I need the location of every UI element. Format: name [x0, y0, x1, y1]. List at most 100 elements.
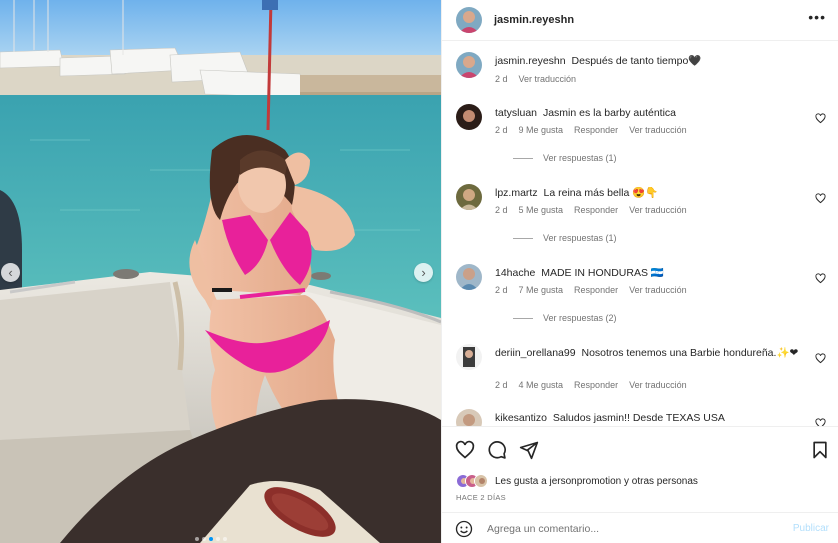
comment-message: La reina más bella 😍👇 — [543, 187, 659, 199]
likes-others[interactable]: otras personas — [632, 476, 698, 487]
comment-username[interactable]: tatysluan — [495, 107, 537, 119]
replies-divider — [513, 317, 533, 319]
caption-meta: 2 d Ver traducción — [495, 74, 576, 84]
post-photo[interactable]: ‹ › — [0, 0, 441, 543]
avatar[interactable] — [456, 52, 482, 78]
avatar[interactable] — [456, 264, 482, 290]
comment-message: Jasmin es la barby auténtica — [542, 107, 677, 119]
reply-link[interactable]: Responder — [574, 125, 618, 135]
heart-icon[interactable] — [455, 440, 475, 460]
heart-icon[interactable] — [815, 113, 826, 124]
comment-list[interactable]: jasmin.reyeshn Después de tanto tiempo🖤 … — [442, 41, 838, 426]
carousel-next-button[interactable]: › — [414, 263, 433, 282]
avatar[interactable] — [456, 104, 482, 130]
comment-time[interactable]: 2 d — [495, 380, 508, 390]
comment-text: deriin_orellana99 Nosotros tenemos una B… — [495, 346, 810, 361]
translate-link[interactable]: Ver traducción — [629, 285, 687, 295]
view-replies-label: Ver respuestas (2) — [543, 313, 617, 323]
post-header: jasmin.reyeshn ••• — [442, 0, 838, 41]
likes-joiner: y — [624, 475, 629, 487]
comment-text: lpz.martz La reina más bella 😍👇 — [495, 186, 810, 201]
likes-user[interactable]: jersonpromotion — [550, 476, 622, 487]
comment-likes[interactable]: 7 Me gusta — [519, 285, 564, 295]
view-replies-button[interactable]: Ver respuestas (1) — [513, 233, 617, 243]
reply-link[interactable]: Responder — [574, 285, 618, 295]
comment-meta: 2 d 9 Me gusta Responder Ver traducción — [495, 125, 687, 135]
likes-summary: Les gusta a jersonpromotion y otras pers… — [456, 474, 698, 488]
comment-username[interactable]: 14hache — [495, 267, 535, 279]
publish-button[interactable]: Publicar — [793, 523, 829, 534]
carousel-dot — [209, 537, 213, 541]
comment-likes[interactable]: 5 Me gusta — [519, 205, 564, 215]
carousel-dot — [195, 537, 199, 541]
likes-prefix: Les gusta a — [495, 475, 547, 487]
comment-username[interactable]: kikesantizo — [495, 412, 547, 424]
replies-divider — [513, 157, 533, 159]
caption-username[interactable]: jasmin.reyeshn — [495, 55, 566, 67]
post-time[interactable]: HACE 2 DÍAS — [456, 493, 506, 502]
translate-link[interactable]: Ver traducción — [629, 125, 687, 135]
replies-divider — [513, 237, 533, 239]
view-replies-label: Ver respuestas (1) — [543, 233, 617, 243]
caption-text: jasmin.reyeshn Después de tanto tiempo🖤 — [495, 54, 810, 69]
post-panel: jasmin.reyeshn ••• jasmin.reyeshn Despué… — [441, 0, 838, 543]
avatar[interactable] — [456, 184, 482, 210]
post-actions: Les gusta a jersonpromotion y otras pers… — [442, 426, 838, 543]
carousel-indicator — [195, 537, 227, 541]
comment-item: tatysluan Jasmin es la barby auténtica 2… — [456, 104, 826, 174]
view-replies-button[interactable]: Ver respuestas (2) — [513, 313, 617, 323]
post-username[interactable]: jasmin.reyeshn — [494, 14, 574, 26]
comment-text: tatysluan Jasmin es la barby auténtica — [495, 106, 810, 121]
comment-item: kikesantizo Saludos jasmin!! Desde TEXAS… — [456, 409, 826, 426]
comment-username[interactable]: lpz.martz — [495, 187, 538, 199]
comment-time[interactable]: 2 d — [495, 205, 508, 215]
view-replies-label: Ver respuestas (1) — [543, 153, 617, 163]
translate-link[interactable]: Ver traducción — [629, 205, 687, 215]
comment-time[interactable]: 2 d — [495, 125, 508, 135]
caption: jasmin.reyeshn Después de tanto tiempo🖤 … — [456, 52, 826, 92]
translate-link[interactable]: Ver traducción — [629, 380, 687, 390]
heart-icon[interactable] — [815, 193, 826, 204]
comment-meta: 2 d 5 Me gusta Responder Ver traducción — [495, 205, 687, 215]
comment-message: Saludos jasmin!! Desde TEXAS USA — [552, 412, 725, 424]
chevron-right-icon: › — [421, 265, 426, 280]
photo-image — [0, 0, 441, 543]
comment-message: MADE IN HONDURAS 🇭🇳 — [541, 267, 664, 279]
comment-item: deriin_orellana99 Nosotros tenemos una B… — [456, 344, 826, 400]
comment-text: kikesantizo Saludos jasmin!! Desde TEXAS… — [495, 411, 810, 426]
comment-text: 14hache MADE IN HONDURAS 🇭🇳 — [495, 266, 810, 281]
comment-likes[interactable]: 9 Me gusta — [519, 125, 564, 135]
heart-icon[interactable] — [815, 418, 826, 426]
comment-meta: 2 d 7 Me gusta Responder Ver traducción — [495, 285, 687, 295]
bookmark-icon[interactable] — [810, 440, 830, 460]
avatar[interactable] — [456, 7, 482, 33]
avatar[interactable] — [474, 474, 488, 488]
carousel-dot — [202, 537, 206, 541]
translate-link[interactable]: Ver traducción — [519, 74, 577, 84]
send-icon[interactable] — [519, 440, 539, 460]
comment-message: Nosotros tenemos una Barbie hondureña.✨❤ — [581, 347, 799, 359]
carousel-prev-button[interactable]: ‹ — [1, 263, 20, 282]
comment-meta: 2 d 4 Me gusta Responder Ver traducción — [495, 380, 687, 390]
carousel-dot — [223, 537, 227, 541]
comment-likes[interactable]: 4 Me gusta — [519, 380, 564, 390]
comment-icon[interactable] — [487, 440, 507, 460]
heart-icon[interactable] — [815, 353, 826, 364]
avatar[interactable] — [456, 409, 482, 426]
chevron-left-icon: ‹ — [8, 265, 13, 280]
comment-username[interactable]: deriin_orellana99 — [495, 347, 576, 359]
smiley-icon[interactable] — [455, 520, 473, 538]
comment-item: lpz.martz La reina más bella 😍👇 2 d 5 Me… — [456, 184, 826, 254]
heart-icon[interactable] — [815, 273, 826, 284]
likes-text: Les gusta a jersonpromotion y otras pers… — [495, 476, 698, 487]
reply-link[interactable]: Responder — [574, 205, 618, 215]
view-replies-button[interactable]: Ver respuestas (1) — [513, 153, 617, 163]
add-comment-bar: Publicar — [442, 512, 838, 543]
comment-input[interactable] — [487, 519, 777, 539]
comment-item: 14hache MADE IN HONDURAS 🇭🇳 2 d 7 Me gus… — [456, 264, 826, 334]
reply-link[interactable]: Responder — [574, 380, 618, 390]
caption-time[interactable]: 2 d — [495, 74, 508, 84]
comment-time[interactable]: 2 d — [495, 285, 508, 295]
more-horizontal-icon[interactable]: ••• — [808, 9, 826, 25]
avatar[interactable] — [456, 344, 482, 370]
